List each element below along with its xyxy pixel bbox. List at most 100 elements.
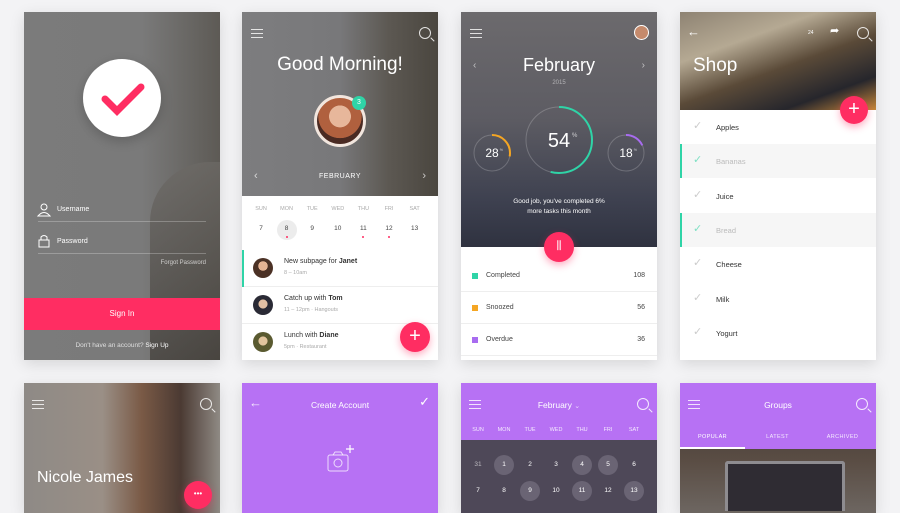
profile-name: Nicole James [37, 469, 134, 486]
date-cell[interactable]: 6 [624, 455, 644, 475]
search-icon[interactable] [200, 398, 212, 410]
search-icon[interactable] [637, 398, 649, 410]
date-cell[interactable]: 9 [301, 225, 323, 232]
more-button[interactable]: ••• [184, 481, 212, 509]
tab-latest[interactable]: LATEST [745, 434, 810, 440]
shopping-list-item[interactable]: ✓ Yogurt [680, 315, 876, 350]
event-dot [285, 236, 288, 238]
shopping-list-item[interactable]: ✓ Bread [680, 212, 876, 247]
month-label: FEBRUARY [319, 173, 361, 180]
done-indicator [680, 144, 682, 179]
add-event-button[interactable]: + [400, 322, 430, 352]
date-cell[interactable]: 12 [378, 225, 400, 232]
shopping-list-item[interactable]: ✓ Milk [680, 281, 876, 316]
event-title: New subpage for Janet [284, 258, 358, 265]
login-screen: Username Password Forgot Password Sign I… [24, 12, 220, 360]
search-icon[interactable] [856, 398, 868, 410]
ring-unit: % [634, 148, 638, 152]
next-month-arrow[interactable]: › [642, 60, 645, 71]
event-item[interactable]: Catch up with Tom 11 – 12pm · Hangouts [242, 287, 438, 324]
checkmark-icon[interactable]: ✓ [693, 188, 702, 201]
date-cell[interactable]: 8 [276, 225, 298, 232]
tab-archived[interactable]: ARCHIVED [810, 434, 875, 440]
confirm-check-icon[interactable]: ✓ [419, 394, 430, 410]
date-cell[interactable]: 11 [572, 481, 592, 501]
add-photo-camera-icon[interactable] [326, 445, 356, 473]
legend-swatch [472, 273, 478, 279]
password-field[interactable]: Password [57, 238, 88, 245]
checkmark-icon[interactable]: ✓ [693, 325, 702, 338]
menu-icon[interactable] [470, 29, 482, 38]
menu-icon[interactable] [32, 400, 44, 409]
weekday-label: SAT [628, 427, 640, 433]
item-label: Milk [716, 294, 730, 304]
chart-button[interactable]: ⫼ [544, 232, 574, 262]
tab-popular[interactable]: POPULAR [680, 434, 745, 440]
date-cell[interactable]: 31 [468, 455, 488, 475]
stats-row[interactable]: Completed 108 [461, 260, 657, 292]
sign-up-link[interactable]: Sign Up [145, 342, 168, 349]
ring-value: 28 [485, 146, 499, 160]
stats-row[interactable]: Overdue 36 [461, 324, 657, 356]
shopping-list-item[interactable]: ✓ Juice [680, 178, 876, 213]
item-label: Yogurt [716, 328, 738, 338]
event-title: Catch up with Tom [284, 295, 343, 302]
share-icon[interactable]: ➦ [830, 24, 839, 37]
sign-in-button[interactable]: Sign In [24, 298, 220, 330]
date-cell[interactable]: 10 [327, 225, 349, 232]
date-cell[interactable]: 9 [520, 481, 540, 501]
active-indicator [242, 250, 244, 287]
item-label: Bananas [716, 157, 746, 167]
logo-circle [83, 59, 161, 137]
schedule-screen: Good Morning! 3 ‹ FEBRUARY › SUN 7 MON 8 TUE… [242, 12, 438, 360]
checkmark-icon[interactable]: ✓ [693, 119, 702, 132]
checkmark-icon[interactable]: ✓ [693, 291, 702, 304]
stats-label: Snoozed [486, 304, 514, 311]
date-cell[interactable]: 7 [250, 225, 272, 232]
event-item[interactable]: New subpage for Janet 8 – 10am [242, 250, 438, 287]
search-icon[interactable] [419, 27, 431, 39]
stats-row[interactable]: Snoozed 56 [461, 292, 657, 324]
date-cell[interactable]: 12 [598, 481, 618, 501]
stats-screen: ‹ February › 2015 54% 28% 18% Good job, yo… [461, 12, 657, 360]
weekday-label: MON [280, 206, 294, 212]
username-field[interactable]: Username [57, 206, 89, 213]
search-icon[interactable] [857, 27, 869, 39]
shop-screen: ← 24 ➦ Shop ✓ Apples ✓ Bananas ✓ Juice ✓ Bread ✓… [680, 12, 876, 360]
date-cell[interactable]: 1 [494, 455, 514, 475]
ring-unit: % [572, 133, 578, 139]
date-cell[interactable]: 13 [624, 481, 644, 501]
notification-badge: 3 [352, 96, 366, 110]
date-cell[interactable]: 7 [468, 481, 488, 501]
date-cell[interactable]: 13 [404, 225, 426, 232]
event-avatar [253, 332, 273, 352]
next-month-arrow[interactable]: › [422, 170, 426, 182]
checkmark-icon[interactable]: ✓ [693, 256, 702, 269]
user-avatar[interactable] [634, 25, 649, 40]
date-cell[interactable]: 5 [598, 455, 618, 475]
event-subtitle: 5pm · Restaurant [284, 344, 327, 350]
menu-icon[interactable] [251, 29, 263, 38]
item-label: Juice [716, 191, 734, 201]
checkmark-icon[interactable]: ✓ [693, 222, 702, 235]
shopping-list-item[interactable]: ✓ Bananas [680, 144, 876, 179]
back-arrow-icon[interactable]: ← [687, 24, 700, 39]
forgot-password-link[interactable]: Forgot Password [161, 260, 206, 266]
weekday-label: MON [497, 427, 511, 433]
weekday-label: THU [576, 427, 588, 433]
date-cell[interactable]: 2 [520, 455, 540, 475]
user-icon [37, 203, 51, 217]
shopping-list-item[interactable]: ✓ Cheese [680, 247, 876, 282]
date-cell[interactable]: 4 [572, 455, 592, 475]
month-dropdown[interactable]: February ⌄ [461, 400, 657, 410]
legend-swatch [472, 305, 478, 311]
page-title: Shop [693, 55, 738, 76]
stats-label: Completed [486, 272, 520, 279]
date-cell[interactable]: 3 [546, 455, 566, 475]
checkmark-icon[interactable]: ✓ [693, 153, 702, 166]
add-item-button[interactable]: + [840, 96, 868, 124]
date-cell[interactable]: 11 [352, 225, 374, 232]
date-cell[interactable]: 8 [494, 481, 514, 501]
progress-rings: 54 %28% 18% [473, 106, 645, 174]
date-cell[interactable]: 10 [546, 481, 566, 501]
